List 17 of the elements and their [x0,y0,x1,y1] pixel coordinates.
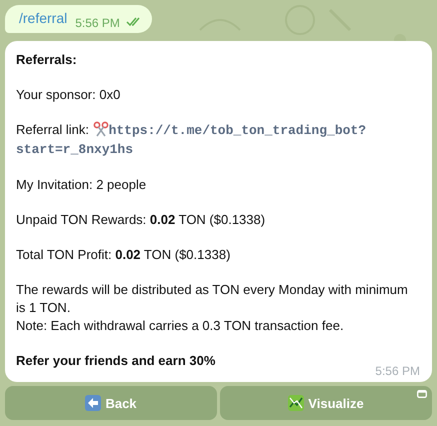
referral-url-link[interactable]: start=r_8nxy1hs [16,142,134,157]
message-text: Note: Each withdrawal carries a 0.3 TON transaction fee. [16,317,345,335]
message-time: 5:56 PM [75,16,120,30]
heading-text: Referrals: [16,51,78,69]
command-text: /referral [19,10,68,26]
message-text: The rewards will be distributed as TON every Monday with minimum is 1 TON. [16,281,409,317]
referral-url-link[interactable]: https://t.me/tob_ton_trading_bot? [108,123,366,138]
message-text: My Invitation: 2 people [16,176,148,194]
message-text: Unpaid TON Rewards: 0.02 TON ($0.1338) [16,211,266,229]
message-text: Total TON Profit: 0.02 TON ($0.1338) [16,246,232,264]
heading-text: Refer your friends and earn 30% [16,352,216,370]
message-text: Your sponsor: 0x0 [16,86,122,104]
message-time: 5:56 PM [374,364,420,378]
chart-icon [288,395,304,411]
referral-link-label: Referral link: [16,122,90,137]
scissors-icon [92,121,109,137]
left-arrow-icon [85,395,102,411]
